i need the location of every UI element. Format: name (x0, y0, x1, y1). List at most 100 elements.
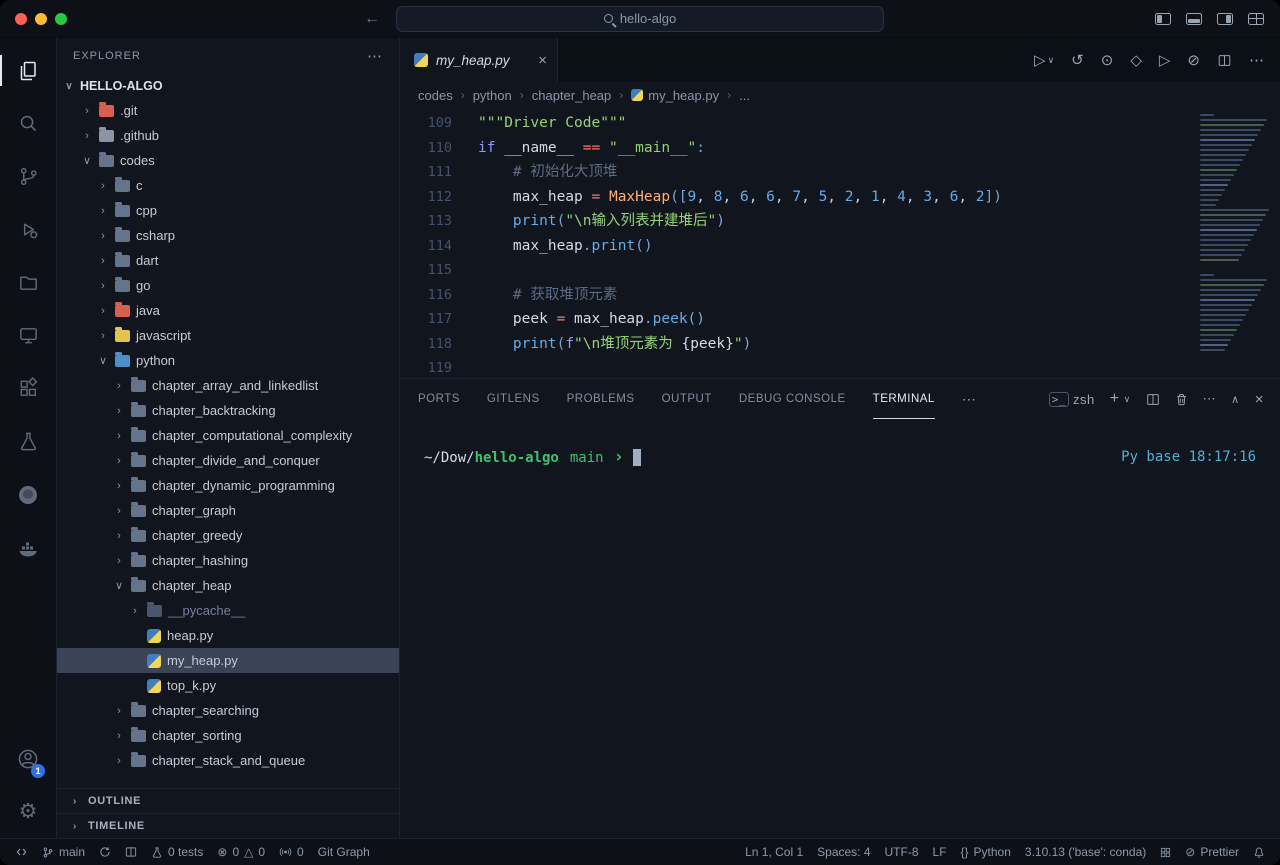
sync-status[interactable] (92, 839, 118, 865)
code-line[interactable]: 115 (400, 258, 1280, 283)
settings-gear-icon[interactable]: ⚙ (0, 785, 56, 838)
breadcrumb-chapter-heap[interactable]: chapter_heap (532, 88, 612, 103)
code-editor[interactable]: 109"""Driver Code"""110if __name__ == "_… (400, 108, 1280, 378)
extension-status-status[interactable] (1153, 839, 1178, 865)
tree-item-chapter-stack-and-queue[interactable]: ›chapter_stack_and_queue (57, 748, 399, 773)
maximize-panel-icon[interactable]: ∧ (1231, 393, 1240, 406)
timeline-section[interactable]: › TIMELINE (57, 813, 399, 838)
prettier-status[interactable]: ⊘Prettier (1178, 839, 1246, 865)
python-interpreter-status[interactable]: 3.10.13 ('base': conda) (1018, 839, 1153, 865)
code-line[interactable]: 112 max_heap = MaxHeap([9, 8, 6, 6, 7, 5… (400, 185, 1280, 210)
notifications-status[interactable] (1246, 839, 1272, 865)
close-panel-icon[interactable]: × (1255, 391, 1264, 408)
encoding-status[interactable]: UTF-8 (878, 839, 926, 865)
ports-status[interactable]: 0 (272, 839, 311, 865)
tree-item-chapter-computational-complexity[interactable]: ›chapter_computational_complexity (57, 423, 399, 448)
breadcrumb-file[interactable]: my_heap.py (631, 88, 719, 103)
tree-item-go[interactable]: ›go (57, 273, 399, 298)
accounts-icon[interactable]: 1 (0, 732, 56, 785)
tab-my-heap[interactable]: my_heap.py × (400, 38, 558, 82)
new-terminal-button[interactable]: +∨ (1110, 390, 1131, 408)
history-icon[interactable]: ↺ (1071, 51, 1084, 69)
github-icon[interactable] (0, 468, 56, 521)
code-line[interactable]: 119 (400, 356, 1280, 378)
search-view-icon[interactable] (0, 97, 56, 150)
tree-root-hello-algo[interactable]: ∨ HELLO-ALGO (57, 74, 399, 98)
code-line[interactable]: 111 # 初始化大顶堆 (400, 160, 1280, 185)
indentation-status[interactable]: Spaces: 4 (810, 839, 877, 865)
tree-item-chapter-graph[interactable]: ›chapter_graph (57, 498, 399, 523)
language-mode-status[interactable]: {}Python (954, 839, 1018, 865)
code-line[interactable]: 114 max_heap.print() (400, 234, 1280, 259)
code-line[interactable]: 117 peek = max_heap.peek() (400, 307, 1280, 332)
panel-tab-output[interactable]: OUTPUT (662, 379, 712, 419)
run-python-file-button[interactable]: ▷∨ (1034, 51, 1054, 69)
eol-status[interactable]: LF (926, 839, 954, 865)
tree-item-csharp[interactable]: ›csharp (57, 223, 399, 248)
extensions-icon[interactable] (0, 362, 56, 415)
breadcrumb-symbol[interactable]: ... (739, 88, 750, 103)
explorer-icon[interactable] (0, 44, 56, 97)
remote-explorer-icon[interactable] (0, 309, 56, 362)
tree-item-python[interactable]: ∨python (57, 348, 399, 373)
run-secondary-icon[interactable]: ▷ (1159, 51, 1171, 69)
tree-item-cpp[interactable]: ›cpp (57, 198, 399, 223)
minimap[interactable] (1200, 114, 1272, 354)
panel-tab-ports[interactable]: PORTS (418, 379, 460, 419)
target-icon[interactable]: ⊙ (1101, 51, 1114, 69)
toggle-primary-sidebar-icon[interactable] (1155, 13, 1171, 25)
tree-item-chapter-searching[interactable]: ›chapter_searching (57, 698, 399, 723)
breadcrumb-codes[interactable]: codes (418, 88, 453, 103)
tree-item-chapter-hashing[interactable]: ›chapter_hashing (57, 548, 399, 573)
command-center-search[interactable]: hello-algo (396, 6, 884, 32)
minimize-window-button[interactable] (35, 13, 47, 25)
remote-status[interactable] (8, 839, 35, 865)
kill-terminal-icon[interactable] (1175, 393, 1188, 406)
terminal[interactable]: ~/Dow/hello-algo main › Py base 18:17:16 (400, 419, 1280, 838)
tree-item-pycache[interactable]: ›__pycache__ (57, 598, 399, 623)
layout-status[interactable] (118, 839, 144, 865)
toggle-secondary-sidebar-icon[interactable] (1217, 13, 1233, 25)
tree-item-heap-py[interactable]: heap.py (57, 623, 399, 648)
more-actions-icon[interactable]: ⋯ (1249, 51, 1264, 69)
panel-tab-gitlens[interactable]: GITLENS (487, 379, 540, 419)
code-line[interactable]: 113 print("\n输入列表并建堆后") (400, 209, 1280, 234)
split-editor-icon[interactable] (1217, 54, 1232, 67)
code-line[interactable]: 118 print(f"\n堆顶元素为 {peek}") (400, 332, 1280, 357)
tree-item-chapter-dynamic-programming[interactable]: ›chapter_dynamic_programming (57, 473, 399, 498)
panel-tabs-overflow-icon[interactable]: ⋯ (962, 391, 977, 408)
tree-item-dart[interactable]: ›dart (57, 248, 399, 273)
code-line[interactable]: 109"""Driver Code""" (400, 111, 1280, 136)
tab-close-icon[interactable]: × (538, 52, 547, 69)
panel-tab-problems[interactable]: PROBLEMS (567, 379, 635, 419)
docker-icon[interactable] (0, 521, 56, 574)
panel-tab-debug-console[interactable]: DEBUG CONSOLE (739, 379, 846, 419)
tree-item-my-heap-py[interactable]: my_heap.py (57, 648, 399, 673)
tree-item-java[interactable]: ›java (57, 298, 399, 323)
diamond-icon[interactable]: ◇ (1130, 51, 1142, 69)
run-debug-icon[interactable] (0, 203, 56, 256)
code-line[interactable]: 110if __name__ == "__main__": (400, 136, 1280, 161)
tree-item-github[interactable]: ›.github (57, 123, 399, 148)
back-button[interactable]: ← (364, 10, 380, 28)
outline-section[interactable]: › OUTLINE (57, 788, 399, 813)
tree-item-chapter-divide-and-conquer[interactable]: ›chapter_divide_and_conquer (57, 448, 399, 473)
tree-item-chapter-backtracking[interactable]: ›chapter_backtracking (57, 398, 399, 423)
problems-status[interactable]: ⊗0△0 (210, 839, 272, 865)
panel-tab-terminal[interactable]: TERMINAL (873, 379, 935, 419)
code-line[interactable]: 116 # 获取堆顶元素 (400, 283, 1280, 308)
split-terminal-icon[interactable] (1146, 393, 1160, 406)
project-manager-icon[interactable] (0, 256, 56, 309)
testing-icon[interactable] (0, 415, 56, 468)
tree-item-chapter-heap[interactable]: ∨chapter_heap (57, 573, 399, 598)
circle-slash-icon[interactable]: ⊘ (1187, 51, 1200, 69)
cursor-position-status[interactable]: Ln 1, Col 1 (738, 839, 810, 865)
branch-status[interactable]: main (35, 839, 92, 865)
customize-layout-icon[interactable] (1248, 13, 1264, 25)
tree-item-javascript[interactable]: ›javascript (57, 323, 399, 348)
tests-status[interactable]: 0 tests (144, 839, 210, 865)
toggle-panel-icon[interactable] (1186, 13, 1202, 25)
panel-more-actions-icon[interactable]: ⋯ (1203, 391, 1217, 407)
source-control-icon[interactable] (0, 150, 56, 203)
tree-item-chapter-sorting[interactable]: ›chapter_sorting (57, 723, 399, 748)
